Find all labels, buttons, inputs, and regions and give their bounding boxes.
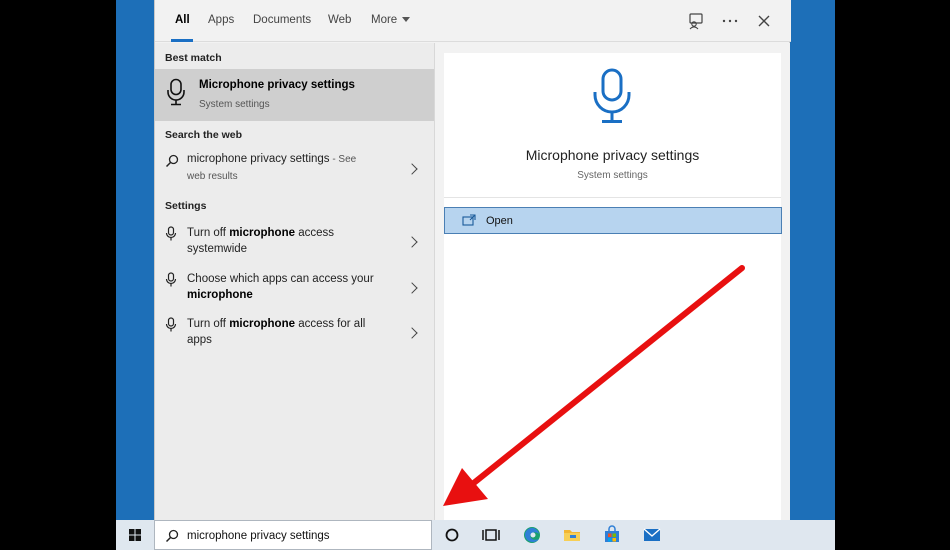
- search-icon: [165, 154, 179, 168]
- search-tab-bar: All Apps Documents Web More: [155, 0, 791, 42]
- edge-icon[interactable]: [521, 524, 543, 546]
- settings-result-post: access: [295, 227, 334, 239]
- tab-apps[interactable]: Apps: [208, 14, 234, 26]
- open-icon: [462, 214, 476, 226]
- settings-result-pre: Turn off: [187, 318, 230, 330]
- cortana-icon[interactable]: [441, 524, 463, 546]
- settings-result-bold: microphone: [229, 227, 295, 239]
- settings-result-post: access for all: [295, 318, 366, 330]
- microphone-icon: [593, 68, 631, 123]
- settings-result-item[interactable]: Turn off microphone access systemwide: [155, 225, 434, 265]
- settings-result-bold: microphone: [187, 289, 253, 301]
- web-result-suffix-2: web results: [187, 171, 238, 182]
- settings-result-pre: Turn off: [187, 227, 230, 239]
- search-input-value[interactable]: microphone privacy settings: [187, 530, 330, 542]
- more-options-icon[interactable]: [719, 10, 741, 32]
- results-list: Best match Microphone privacy settings S…: [155, 43, 434, 520]
- chevron-right-icon: [406, 327, 418, 339]
- web-result-query: microphone privacy settings: [187, 153, 330, 165]
- detail-title: Microphone privacy settings: [525, 147, 700, 163]
- settings-result-line2: systemwide: [187, 243, 248, 255]
- settings-result-line2: apps: [187, 334, 212, 346]
- best-match-title: Microphone privacy settings: [199, 79, 355, 91]
- mail-icon[interactable]: [641, 524, 663, 546]
- detail-card: Microphone privacy settings System setti…: [444, 53, 781, 197]
- active-tab-indicator: [171, 39, 193, 42]
- detail-subtitle: System settings: [577, 170, 648, 181]
- settings-result-pre: Choose which apps can access your: [187, 273, 374, 285]
- tab-more-label: More: [371, 14, 398, 26]
- settings-result-bold: microphone: [229, 318, 295, 330]
- settings-result-text: Choose which apps can access your microp…: [187, 271, 397, 303]
- open-button-label: Open: [486, 215, 513, 227]
- search-window: All Apps Documents Web More Best match M…: [154, 0, 791, 520]
- section-header-settings: Settings: [165, 200, 207, 212]
- best-match-item[interactable]: Microphone privacy settings System setti…: [155, 69, 434, 121]
- start-icon[interactable]: [124, 524, 146, 546]
- settings-result-item[interactable]: Turn off microphone access for all apps: [155, 316, 434, 356]
- web-result-text: microphone privacy settings - See web re…: [187, 151, 397, 185]
- microphone-icon: [165, 317, 177, 332]
- chevron-right-icon: [406, 163, 418, 175]
- settings-result-text: Turn off microphone access systemwide: [187, 225, 397, 257]
- close-icon[interactable]: [753, 10, 775, 32]
- section-header-web: Search the web: [165, 129, 243, 141]
- chevron-right-icon: [406, 282, 418, 294]
- best-match-subtitle: System settings: [199, 99, 270, 110]
- detail-pane: Microphone privacy settings System setti…: [434, 43, 790, 520]
- tab-web[interactable]: Web: [328, 14, 351, 26]
- settings-result-text: Turn off microphone access for all apps: [187, 316, 397, 348]
- taskbar-search-box[interactable]: microphone privacy settings: [154, 520, 432, 550]
- microphone-icon: [165, 226, 177, 241]
- file-explorer-icon[interactable]: [561, 524, 583, 546]
- settings-result-item[interactable]: Choose which apps can access your microp…: [155, 271, 434, 311]
- tab-documents[interactable]: Documents: [253, 14, 311, 26]
- microphone-icon: [167, 78, 185, 106]
- detail-actions-area: [444, 197, 781, 520]
- web-result-suffix: - See: [329, 154, 357, 165]
- microphone-icon: [165, 272, 177, 287]
- chevron-down-icon: [402, 17, 411, 23]
- section-header-best-match: Best match: [165, 52, 222, 64]
- store-icon[interactable]: [601, 524, 623, 546]
- tab-more[interactable]: More: [371, 14, 411, 26]
- feedback-icon[interactable]: [685, 10, 707, 32]
- open-button[interactable]: Open: [444, 207, 782, 234]
- chevron-right-icon: [406, 236, 418, 248]
- web-result-item[interactable]: microphone privacy settings - See web re…: [155, 151, 434, 189]
- tab-all[interactable]: All: [175, 14, 190, 26]
- screenshot-stage: All Apps Documents Web More Best match M…: [0, 0, 950, 550]
- task-view-icon[interactable]: [480, 524, 502, 546]
- search-icon: [165, 529, 179, 543]
